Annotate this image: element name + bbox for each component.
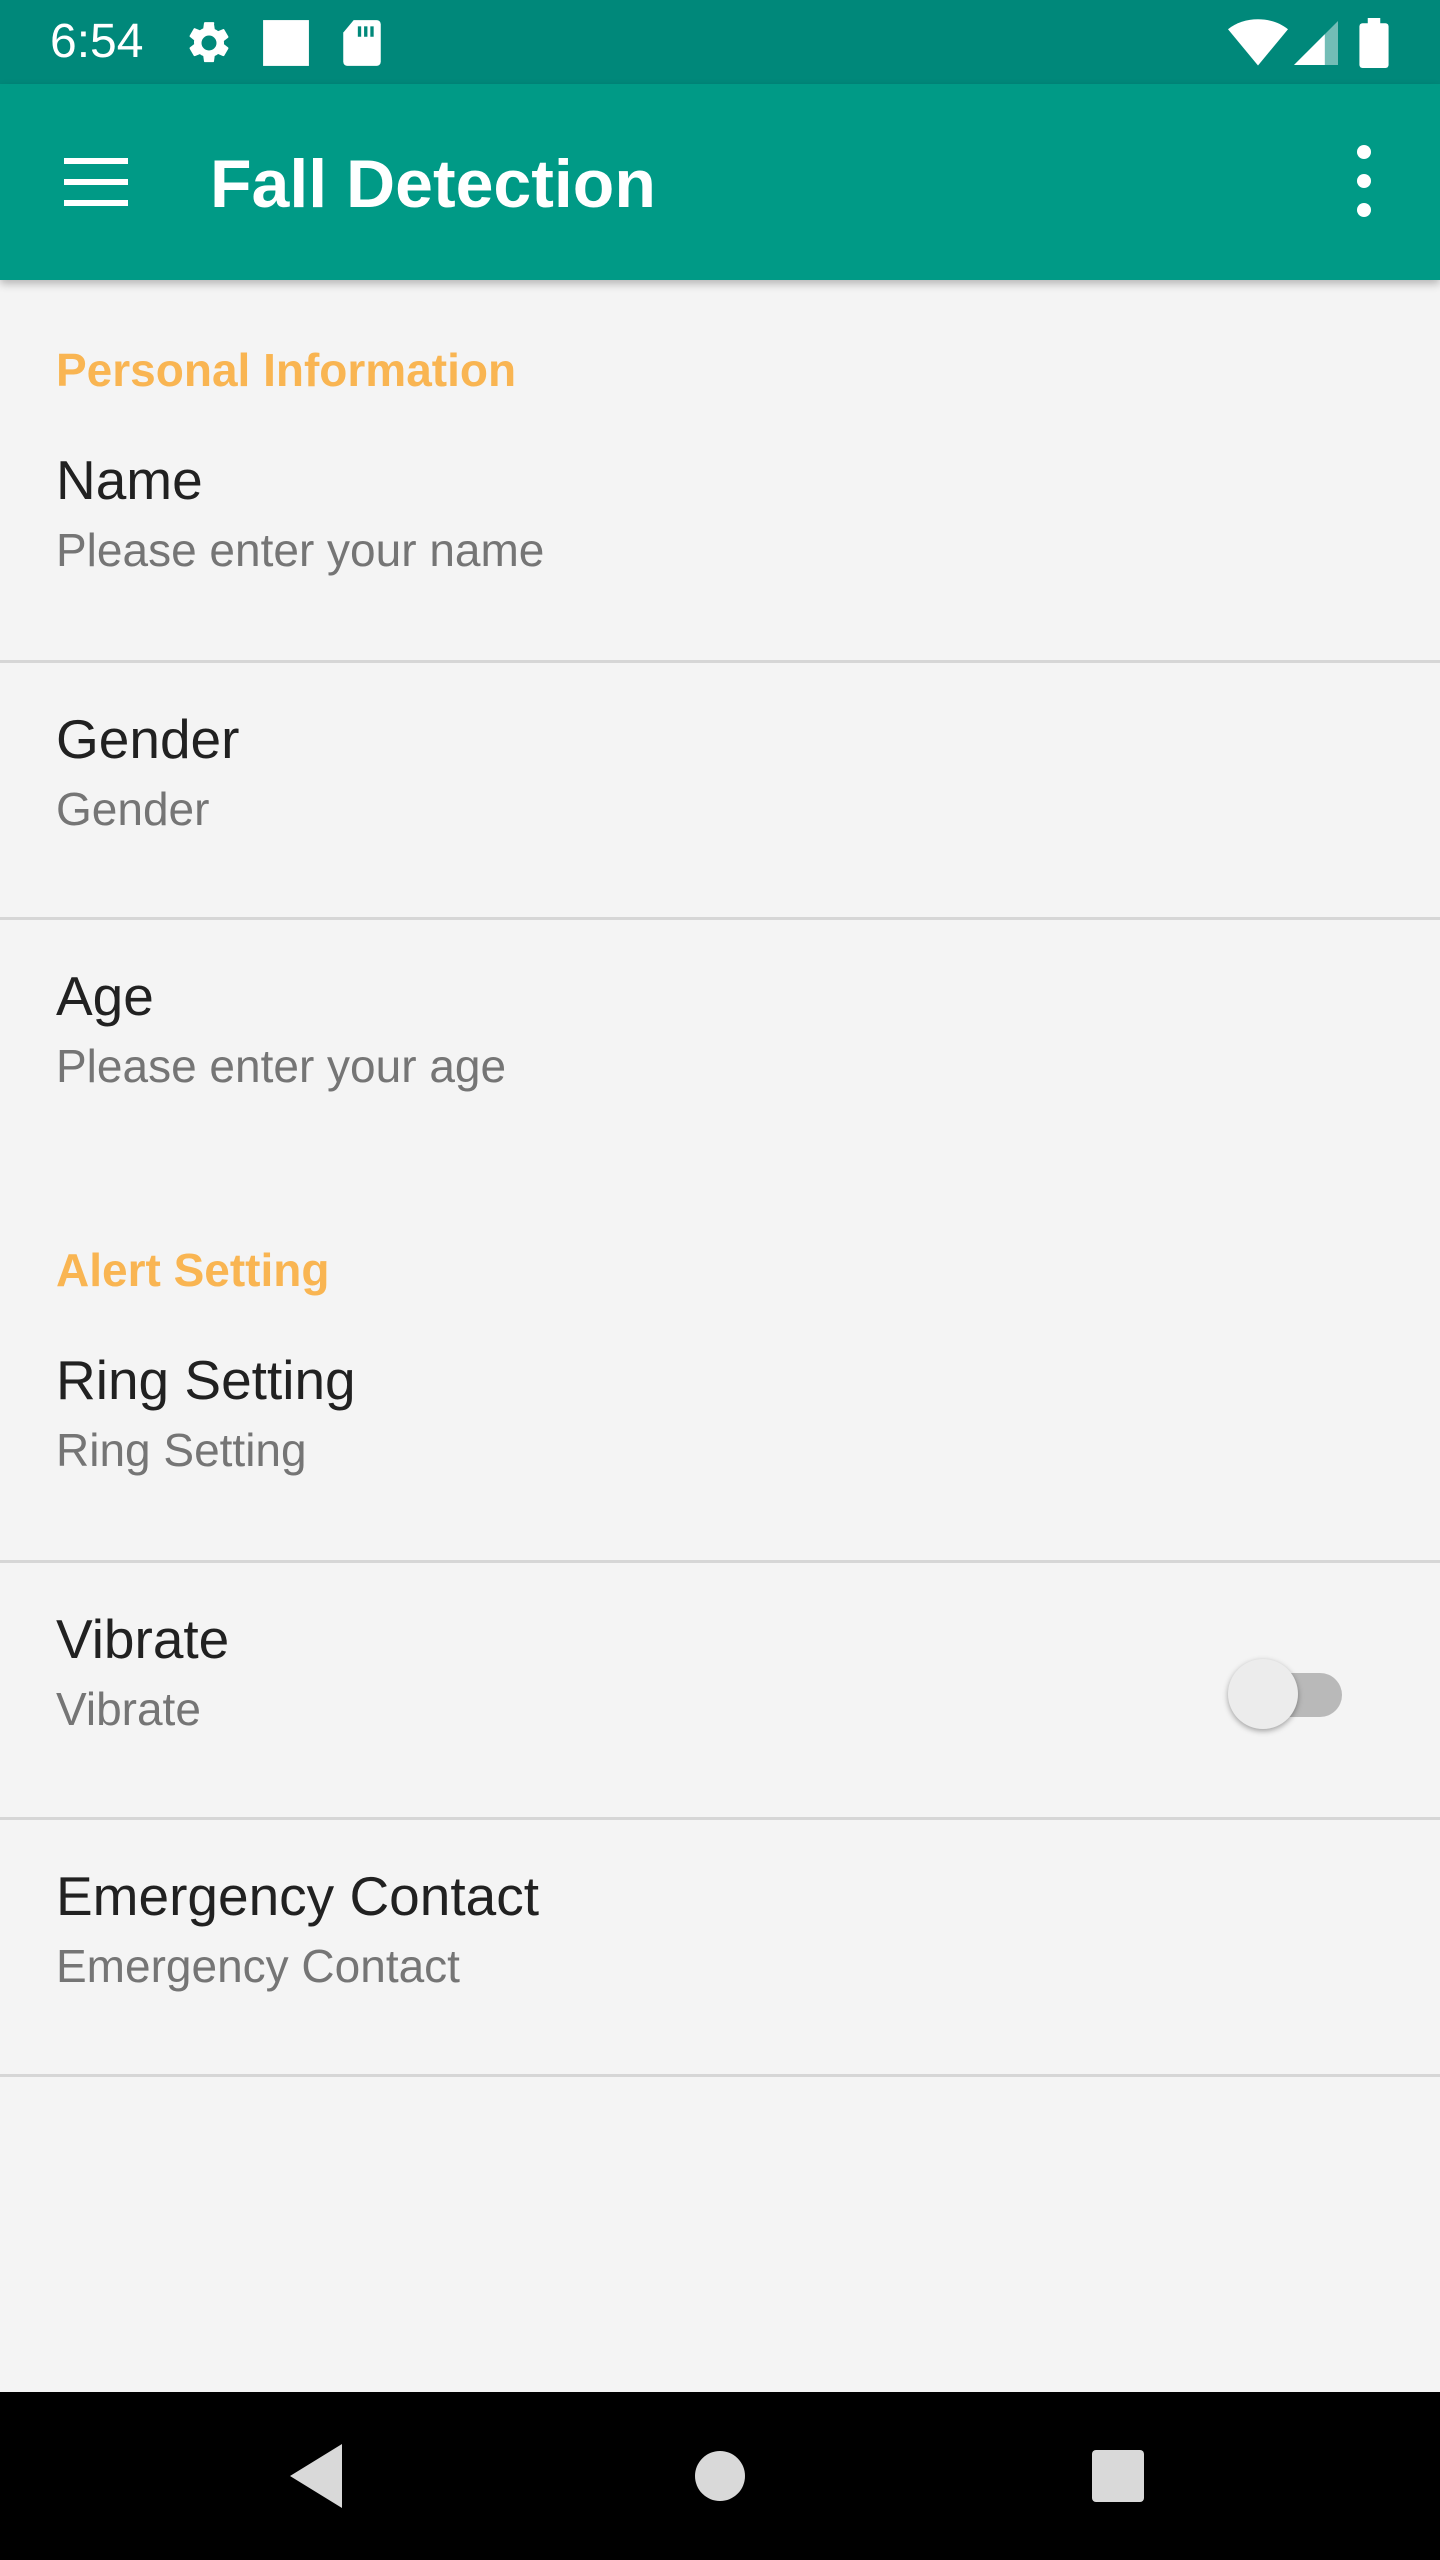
sd-card-icon [343,20,381,66]
category-personal-information: Personal Information [56,344,517,396]
page-title: Fall Detection [210,146,656,222]
recents-icon[interactable] [1068,2426,1168,2526]
divider [0,2074,1440,2077]
home-icon[interactable] [670,2426,770,2526]
pref-emergency-contact[interactable]: Emergency Contact Emergency Contact [0,1820,1440,2074]
wifi-icon [1228,19,1288,66]
system-navigation-bar [0,2392,1440,2560]
navigation-menu-button[interactable] [56,134,152,230]
pref-gender[interactable]: Gender Gender [0,663,1440,917]
pref-name[interactable]: Name Please enter your name [0,430,1440,660]
status-bar: 6:54 [0,0,1440,84]
pref-ring-setting[interactable]: Ring Setting Ring Setting [0,1330,1440,1560]
battery-icon [1359,18,1389,68]
vibrate-switch[interactable] [1228,1651,1348,1729]
status-time: 6:54 [50,15,144,68]
category-alert-setting: Alert Setting [56,1244,330,1296]
square-notification-icon [263,20,309,66]
pref-title: Emergency Contact [56,1865,539,1927]
pref-summary: Please enter your name [56,524,545,576]
pref-summary: Please enter your age [56,1040,507,1092]
back-icon[interactable] [268,2426,368,2526]
pref-vibrate[interactable]: Vibrate Vibrate [0,1563,1440,1817]
hamburger-menu-icon [64,158,128,206]
app-bar: Fall Detection [0,84,1440,280]
gear-icon [189,22,229,63]
switch-thumb [1228,1659,1298,1729]
more-vert-icon [1357,145,1371,217]
pref-summary: Ring Setting [56,1424,307,1476]
pref-title: Gender [56,708,240,770]
pref-title: Vibrate [56,1608,230,1670]
cell-signal-icon [1294,21,1338,65]
pref-title: Age [56,965,154,1027]
pref-title: Name [56,449,203,511]
pref-title: Ring Setting [56,1349,356,1411]
pref-summary: Emergency Contact [56,1940,460,1992]
pref-summary: Gender [56,783,210,835]
overflow-menu-button[interactable] [1316,134,1412,230]
settings-list: Personal Information Name Please enter y… [0,280,1440,2392]
pref-age[interactable]: Age Please enter your age [0,920,1440,1174]
pref-summary: Vibrate [56,1683,201,1735]
